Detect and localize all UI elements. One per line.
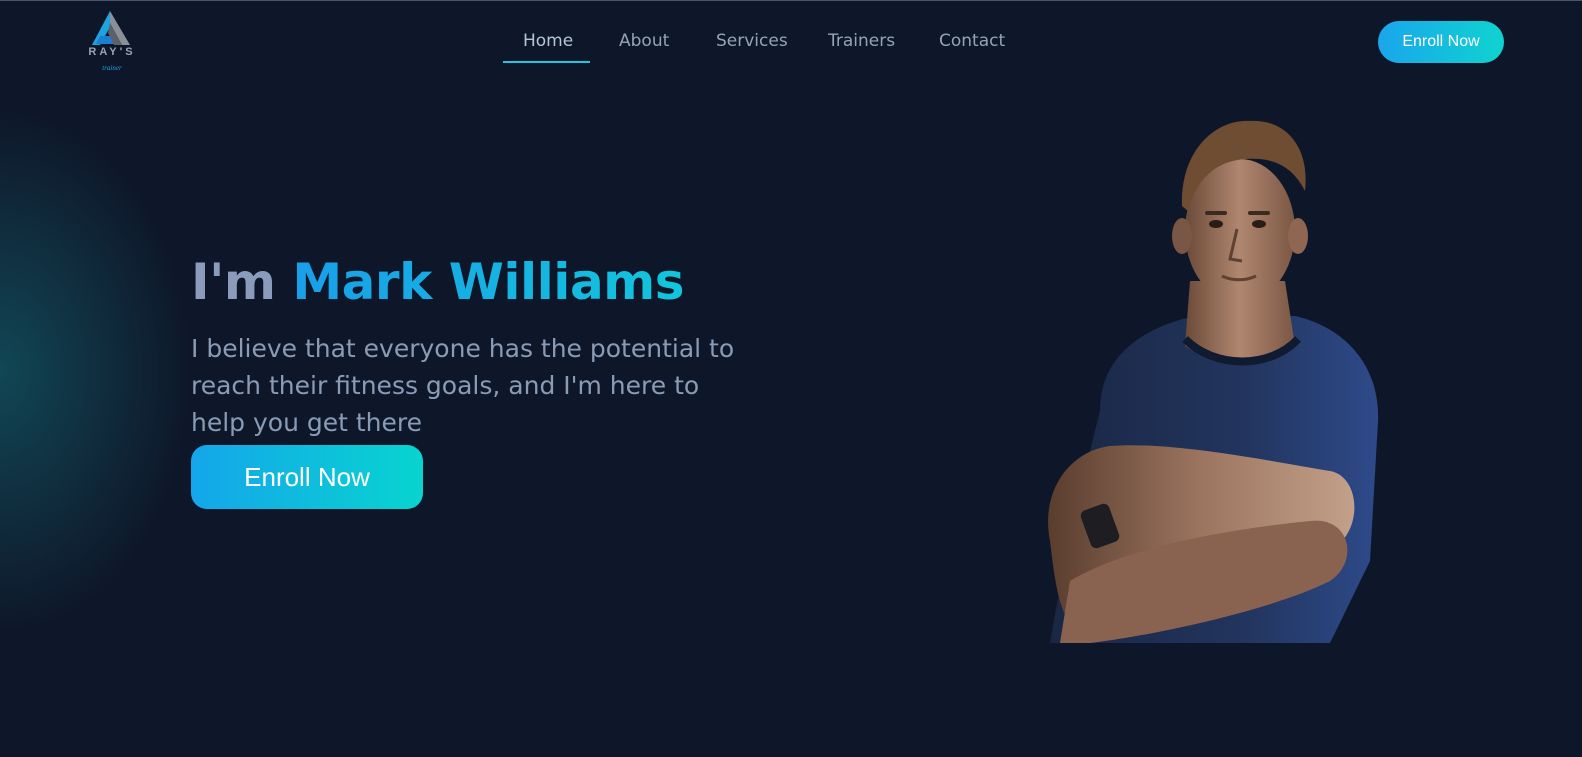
nav-about-label: About [619, 31, 670, 51]
nav-trainers-label: Trainers [828, 31, 896, 51]
header-enroll-button[interactable]: Enroll Now [1378, 21, 1504, 63]
trainer-portrait-image [1048, 120, 1379, 643]
logo-text: RAY'S [88, 46, 136, 58]
hero-title: I'm Mark Williams [191, 253, 685, 311]
nav-about[interactable]: About [619, 31, 669, 63]
nav-home[interactable]: Home [503, 31, 590, 63]
hero-description: I believe that everyone has the potentia… [191, 334, 735, 437]
nav-trainers[interactable]: Trainers [828, 31, 895, 63]
landing-page: RAY'S trainer Home About Services Traine… [0, 0, 1582, 757]
nav-services-label: Services [716, 31, 788, 51]
logo-subtext: trainer [102, 64, 122, 72]
nav-contact-label: Contact [939, 31, 1006, 51]
nav-contact[interactable]: Contact [939, 31, 1005, 63]
hero-title-name: Mark Williams [292, 253, 685, 311]
nav-home-label: Home [523, 31, 574, 51]
brand-logo[interactable]: RAY'S trainer [84, 9, 140, 75]
hero-enroll-button[interactable]: Enroll Now [191, 445, 423, 509]
hero-title-prefix: I'm [191, 253, 293, 311]
logo-triangle-icon [92, 11, 130, 45]
nav-services[interactable]: Services [716, 31, 788, 63]
nav-active-indicator [503, 61, 590, 63]
